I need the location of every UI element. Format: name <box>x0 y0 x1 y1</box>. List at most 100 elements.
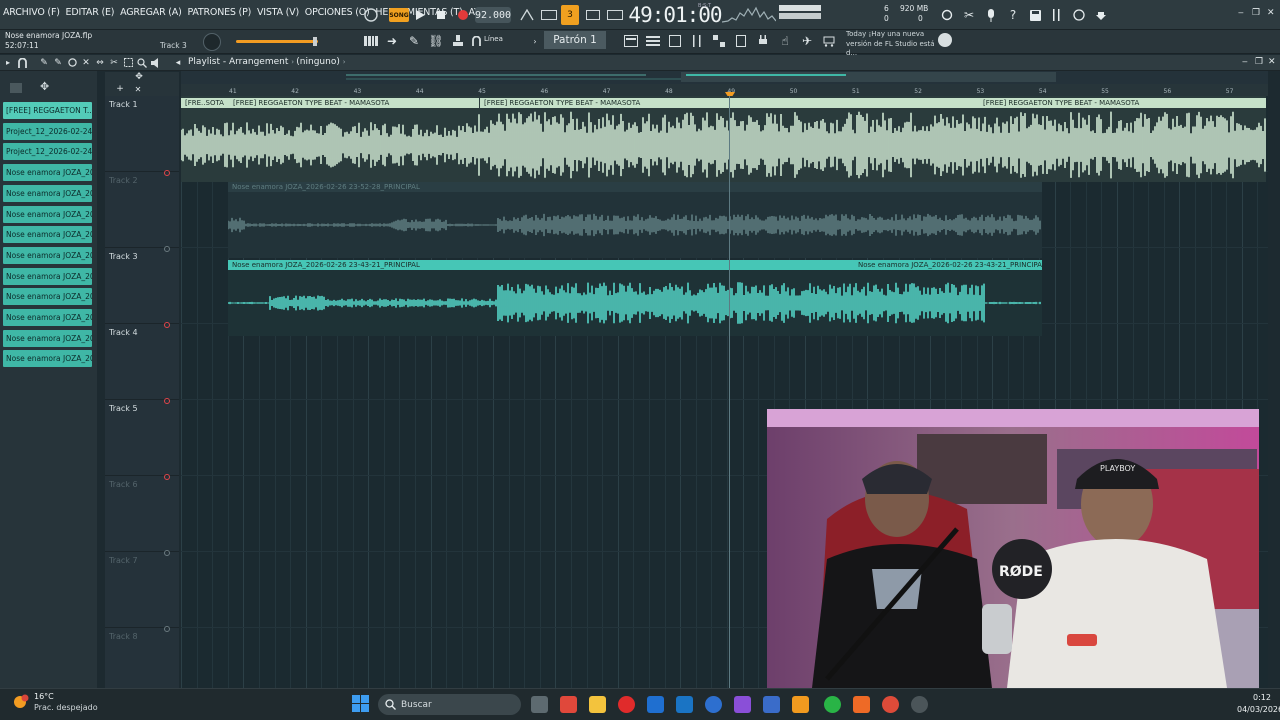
playback-tool-icon[interactable] <box>150 56 162 69</box>
select-tool-icon[interactable] <box>122 56 134 69</box>
plug-icon[interactable] <box>754 31 772 51</box>
playlist-arrow-icon[interactable]: ◂ <box>173 56 183 69</box>
draw-tool-icon[interactable]: ✎ <box>38 56 50 69</box>
clip-label-beat-a[interactable]: [FRE..SOTA <box>181 98 229 108</box>
slip-tool-icon[interactable]: ⇔ <box>94 56 106 69</box>
arrow-right-icon[interactable]: ➜ <box>384 31 400 51</box>
paint-tool-icon[interactable]: ✎ <box>52 56 64 69</box>
news-settings-icon[interactable] <box>938 33 952 47</box>
fl-studio-icon[interactable] <box>792 696 809 713</box>
file-explorer-icon[interactable] <box>589 696 606 713</box>
link-icon[interactable]: ⛓ <box>428 31 444 51</box>
delete-tool-icon[interactable] <box>66 56 78 69</box>
playlist-restore-icon[interactable]: ❐ <box>1255 57 1263 67</box>
playhead-marker-icon[interactable] <box>725 85 735 100</box>
clock-time[interactable]: 0:12 <box>1253 693 1271 702</box>
track-name[interactable]: Track 1 <box>109 100 138 109</box>
mixer-icon[interactable] <box>1048 5 1066 25</box>
close-icon[interactable]: ✕ <box>1267 8 1275 18</box>
picker-clip-item[interactable]: Nose enamora JOZA_202... <box>3 205 92 223</box>
piano-roll-icon[interactable] <box>362 31 380 51</box>
picker-clip-item[interactable]: Nose enamora JOZA_202... <box>3 226 92 244</box>
playlist-breadcrumb[interactable]: (ninguno) <box>296 57 340 67</box>
tempo-display[interactable]: 92.000 <box>475 7 511 23</box>
menu-options[interactable]: OPCIONES (O) <box>305 7 370 18</box>
clip-label-vocal-a[interactable]: Nose enamora JOZA_2026-02-26 23-43-21_PR… <box>228 260 854 270</box>
clip-label-beat-b[interactable]: [FREE] REGGAETON TYPE BEAT - MAMASOTA <box>229 98 479 108</box>
weather-temperature[interactable]: 16°C <box>34 692 54 701</box>
picker-clip-item[interactable]: Nose enamora JOZA_202... <box>3 329 92 347</box>
picker-clip-item[interactable]: Nose enamora JOZA_202... <box>3 309 92 326</box>
teams-icon[interactable] <box>763 696 780 713</box>
windows-start-icon[interactable] <box>352 695 369 712</box>
track-header[interactable]: Track 3 <box>105 248 179 328</box>
cut-icon[interactable]: ✂ <box>960 5 978 25</box>
loop-recording-icon[interactable] <box>606 5 624 25</box>
slice-tool-icon[interactable]: ✂ <box>108 56 120 69</box>
stop-icon[interactable] <box>434 5 448 25</box>
chat-icon[interactable] <box>1070 5 1088 25</box>
whatsapp-icon[interactable] <box>824 696 841 713</box>
track-header[interactable]: Track 6 <box>105 476 179 556</box>
minimize-icon[interactable]: ‒ <box>1238 8 1244 18</box>
menu-add[interactable]: AGREGAR (A) <box>120 7 182 18</box>
track-name[interactable]: Track 2 <box>109 176 138 185</box>
playlist-minimize-icon[interactable]: ‒ <box>1242 57 1248 67</box>
picker-clip-item[interactable]: Nose enamora JOZA_202... <box>3 350 92 368</box>
track-header[interactable]: Track 7 <box>105 552 179 632</box>
clock-date[interactable]: 04/03/2026 <box>1237 705 1280 714</box>
song-mode-badge[interactable]: SONG <box>389 8 409 22</box>
master-pitch-slider[interactable] <box>236 40 318 43</box>
play-arrow-icon[interactable]: ▸ <box>3 56 13 69</box>
menu-view[interactable]: VISTA (V) <box>257 7 299 18</box>
microphone-icon[interactable] <box>982 5 1000 25</box>
obs-icon[interactable] <box>911 696 928 713</box>
track-header[interactable]: Track 2 <box>105 172 179 252</box>
channel-rack-icon[interactable] <box>644 31 662 51</box>
taskbar-search[interactable]: Buscar <box>378 694 521 715</box>
track-name[interactable]: Track 4 <box>109 328 138 337</box>
menu-edit[interactable]: EDITAR (E) <box>66 7 115 18</box>
track-header[interactable]: Track 5 <box>105 400 179 480</box>
step-sequencer-icon[interactable] <box>666 31 684 51</box>
clip-label-vocal-b[interactable]: Nose enamora JOZA_2026-02-26 23-43-21_PR… <box>854 260 1042 270</box>
zoom-tool-icon[interactable] <box>136 56 148 69</box>
mixer-sliders-icon[interactable] <box>688 31 706 51</box>
wait-input-icon[interactable] <box>540 5 558 25</box>
refresh-icon[interactable] <box>938 5 956 25</box>
weather-description[interactable]: Prac. despejado <box>34 703 98 712</box>
picker-clip-item[interactable]: Project_12_2026-02-24... <box>3 122 92 140</box>
song-overview-strip[interactable] <box>181 71 1268 84</box>
track-name[interactable]: Track 7 <box>109 556 138 565</box>
picker-move-icon[interactable]: ✥ <box>40 80 49 93</box>
copilot-icon[interactable] <box>734 696 751 713</box>
media-player-icon[interactable] <box>618 696 635 713</box>
vocal-clip-muted[interactable]: Nose enamora JOZA_2026-02-26 23-52-28_PR… <box>228 182 1042 258</box>
add-track-icon[interactable]: + <box>115 84 125 94</box>
store-icon[interactable] <box>676 696 693 713</box>
download-icon[interactable] <box>1092 5 1110 25</box>
browser-icon[interactable] <box>732 31 750 51</box>
countdown-icon[interactable]: 3 <box>561 5 579 25</box>
vlc-icon[interactable] <box>853 696 870 713</box>
picker-clip-item[interactable]: Nose enamora JOZA_202... <box>3 164 92 182</box>
metronome-icon[interactable] <box>518 5 536 25</box>
playlist-icon[interactable] <box>622 31 640 51</box>
beat-clip-region[interactable]: [FRE..SOTA [FREE] REGGAETON TYPE BEAT - … <box>181 96 1266 182</box>
restore-icon[interactable]: ❐ <box>1252 8 1260 18</box>
menu-patterns[interactable]: PATRONES (P) <box>187 7 251 18</box>
outlook-icon[interactable] <box>647 696 664 713</box>
tools-icon[interactable]: ✈ <box>798 31 816 51</box>
menu-file[interactable]: ARCHIVO (F) <box>3 7 60 18</box>
plugin-picker-icon[interactable] <box>710 31 728 51</box>
track-name[interactable]: Track 8 <box>109 632 138 641</box>
stamp-icon[interactable] <box>450 31 466 51</box>
chrome-icon[interactable] <box>882 696 899 713</box>
magnet-icon[interactable] <box>470 31 482 51</box>
magnet-snap-icon[interactable] <box>16 56 28 69</box>
loop-record-icon[interactable] <box>361 5 381 25</box>
vocal-clip[interactable]: Nose enamora JOZA_2026-02-26 23-43-21_PR… <box>228 260 1042 336</box>
clip-label-vocal-muted[interactable]: Nose enamora JOZA_2026-02-26 23-52-28_PR… <box>228 182 1042 192</box>
picker-clip-item[interactable]: [FREE] REGGAETON T... <box>3 102 92 119</box>
mute-tool-icon[interactable]: ✕ <box>80 56 92 69</box>
